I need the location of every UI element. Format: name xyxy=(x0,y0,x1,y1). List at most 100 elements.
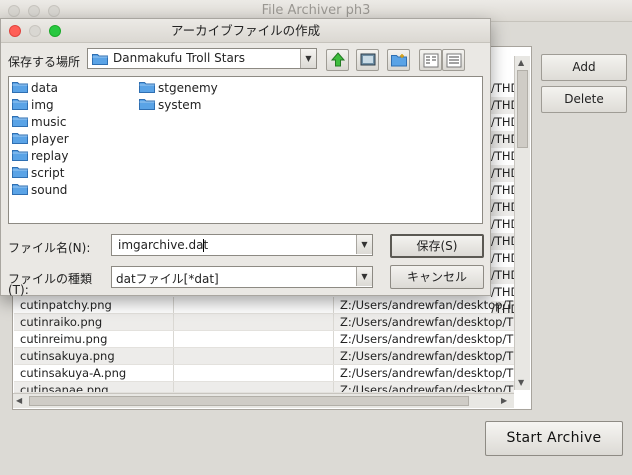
table-row[interactable]: cutinreimu.png Z:/Users/andrewfan/desktop… xyxy=(14,331,514,348)
filename-input[interactable]: imgarchive.dat ▼ xyxy=(111,234,373,256)
table-row[interactable]: cutinsakuya-A.png Z:/Users/andrewfan/desk… xyxy=(14,365,514,382)
add-button[interactable]: Add xyxy=(541,54,627,81)
folder-item[interactable]: replay xyxy=(12,148,68,164)
table-row[interactable]: cutinsanae.png Z:/Users/andrewfan/desktop… xyxy=(14,382,514,393)
path-fragment: /THD xyxy=(491,165,514,182)
dir-cell xyxy=(174,365,334,381)
desktop-icon xyxy=(360,53,376,66)
folder-name: img xyxy=(31,98,54,112)
create-archive-dialog: アーカイブファイルの作成 保存する場所 Danmakufu Troll Star… xyxy=(0,18,491,297)
folder-name: script xyxy=(31,166,65,180)
list-view-icon xyxy=(423,53,439,68)
text-caret xyxy=(203,239,204,252)
filetype-value: datファイル[*dat] xyxy=(116,272,219,286)
dialog-titlebar: アーカイブファイルの作成 xyxy=(1,19,490,43)
folder-list[interactable]: data img music player replay script sound stgen… xyxy=(8,76,483,224)
dialog-close-button[interactable] xyxy=(9,25,21,37)
dir-cell xyxy=(174,314,334,330)
scroll-right-arrow-icon[interactable]: ▶ xyxy=(501,396,507,405)
file-name-cell: cutinsanae.png xyxy=(14,382,174,392)
folder-icon xyxy=(92,52,108,68)
main-minimize-button[interactable] xyxy=(28,5,40,17)
path-fragment: /THD xyxy=(491,199,514,216)
table-row[interactable]: cutinsakuya.png Z:/Users/andrewfan/deskto… xyxy=(14,348,514,365)
list-view-button[interactable] xyxy=(419,49,442,71)
table-horizontal-scrollbar[interactable]: ◀ ▶ xyxy=(13,393,514,408)
filetype-dropdown[interactable]: datファイル[*dat] ▼ xyxy=(111,266,373,288)
dialog-title: アーカイブファイルの作成 xyxy=(170,23,321,38)
save-in-dropdown[interactable]: Danmakufu Troll Stars ▼ xyxy=(87,48,317,69)
save-button[interactable]: 保存(S) xyxy=(390,234,484,258)
file-name-cell: cutinsakuya-A.png xyxy=(14,365,174,381)
folder-item[interactable]: system xyxy=(139,97,201,113)
folder-item[interactable]: sound xyxy=(12,182,67,198)
folder-name: replay xyxy=(31,149,69,163)
table-vertical-scrollbar[interactable]: ▲ ▼ xyxy=(514,56,530,390)
folder-icon xyxy=(12,182,28,199)
folder-name: sound xyxy=(31,183,68,197)
save-in-label: 保存する場所 xyxy=(8,55,81,69)
horizontal-scroll-thumb[interactable] xyxy=(29,396,469,406)
details-view-button[interactable] xyxy=(442,49,465,71)
path-fragment: /THD xyxy=(491,233,514,250)
folder-item[interactable]: script xyxy=(12,165,64,181)
folder-name: data xyxy=(31,81,59,95)
folder-icon xyxy=(12,80,28,97)
folder-name: music xyxy=(31,115,67,129)
chevron-down-icon[interactable]: ▼ xyxy=(356,235,372,254)
table-row[interactable]: cutinpatchy.png Z:/Users/andrewfan/deskto… xyxy=(14,297,514,314)
up-folder-icon xyxy=(330,52,346,67)
save-in-value: Danmakufu Troll Stars xyxy=(113,51,245,65)
folder-item[interactable]: player xyxy=(12,131,69,147)
scroll-up-arrow-icon[interactable]: ▲ xyxy=(518,58,524,67)
filename-label: ファイル名(N): xyxy=(8,241,91,255)
path-fragment: /THD xyxy=(491,131,514,148)
path-cell: Z:/Users/andrewfan/desktop/THD xyxy=(340,366,514,380)
window-title: File Archiver ph3 xyxy=(261,3,371,18)
path-cell: Z:/Users/andrewfan/desktop/THD xyxy=(340,383,514,392)
folder-icon xyxy=(12,114,28,131)
dialog-zoom-button[interactable] xyxy=(49,25,61,37)
path-cell: Z:/Users/andrewfan/desktop/THD xyxy=(340,298,514,312)
file-name-cell: cutinreimu.png xyxy=(14,331,174,347)
folder-name: stgenemy xyxy=(158,81,218,95)
new-folder-button[interactable] xyxy=(387,49,410,71)
filename-value: imgarchive.dat xyxy=(118,238,209,252)
folder-item[interactable]: music xyxy=(12,114,66,130)
folder-name: player xyxy=(31,132,69,146)
folder-item[interactable]: stgenemy xyxy=(139,80,218,96)
cancel-button[interactable]: キャンセル xyxy=(390,265,484,289)
dir-cell xyxy=(174,382,334,392)
filetype-label-shortcut: (T): xyxy=(8,283,29,297)
path-fragment: /THD xyxy=(491,250,514,267)
up-folder-button[interactable] xyxy=(326,49,349,71)
folder-icon xyxy=(12,165,28,182)
chevron-down-icon[interactable]: ▼ xyxy=(300,49,316,68)
dir-cell xyxy=(174,331,334,347)
folder-icon xyxy=(12,97,28,114)
folder-icon xyxy=(139,97,155,114)
chevron-down-icon[interactable]: ▼ xyxy=(356,267,372,286)
folder-icon xyxy=(12,148,28,165)
folder-item[interactable]: img xyxy=(12,97,54,113)
delete-button[interactable]: Delete xyxy=(541,86,627,113)
path-fragment: /THD xyxy=(491,216,514,233)
archive-file-rows: cutinpatchy.png Z:/Users/andrewfan/deskto… xyxy=(14,297,514,393)
folder-icon xyxy=(12,131,28,148)
path-fragment: /THD xyxy=(491,114,514,131)
main-zoom-button[interactable] xyxy=(48,5,60,17)
path-cell: Z:/Users/andrewfan/desktop/THD xyxy=(340,349,514,363)
folder-item[interactable]: data xyxy=(12,80,58,96)
file-name-cell: cutinraiko.png xyxy=(14,314,174,330)
scroll-down-arrow-icon[interactable]: ▼ xyxy=(518,378,524,387)
table-row[interactable]: cutinraiko.png Z:/Users/andrewfan/desktop… xyxy=(14,314,514,331)
main-close-button[interactable] xyxy=(8,5,20,17)
dialog-minimize-button[interactable] xyxy=(29,25,41,37)
desktop-button[interactable] xyxy=(356,49,379,71)
vertical-scroll-thumb[interactable] xyxy=(517,70,528,148)
path-cell: Z:/Users/andrewfan/desktop/THD xyxy=(340,315,514,329)
scroll-left-arrow-icon[interactable]: ◀ xyxy=(16,396,22,405)
path-fragment: /THD xyxy=(491,97,514,114)
start-archive-button[interactable]: Start Archive xyxy=(485,421,623,456)
folder-icon xyxy=(139,80,155,97)
